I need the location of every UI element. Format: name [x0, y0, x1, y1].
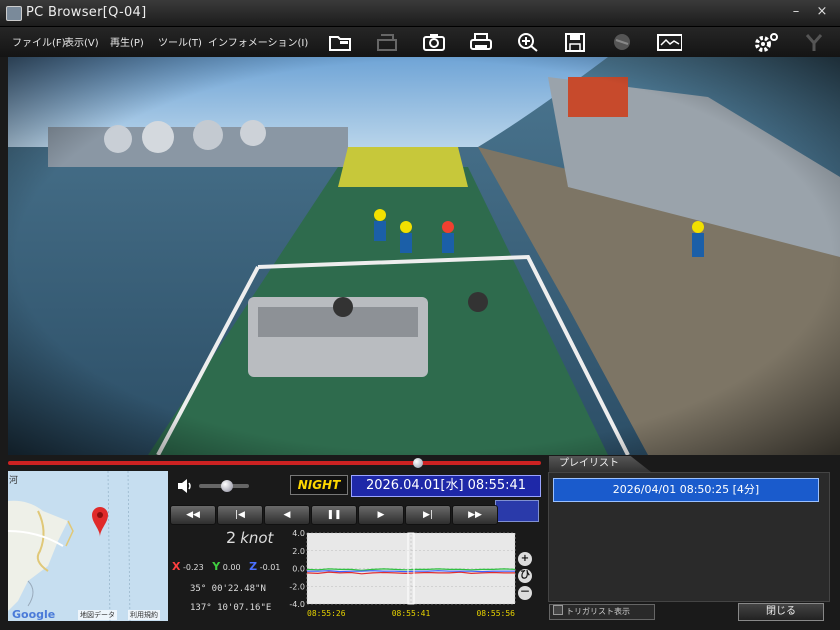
accel-x-label: X: [172, 560, 181, 573]
menu-info[interactable]: インフォメーション(I): [208, 34, 308, 49]
window-title: PC Browser[Q-04]: [26, 5, 147, 20]
menu-play[interactable]: 再生(P): [110, 34, 144, 49]
zoom-icon[interactable]: [515, 30, 541, 54]
reverse-play-button[interactable]: ◀: [264, 505, 310, 525]
seek-track[interactable]: [8, 461, 541, 465]
graph-reset-button[interactable]: ひ: [518, 569, 532, 583]
speed-readout: 2 knot: [226, 528, 273, 547]
tab-playlist[interactable]: プレイリスト: [549, 456, 651, 472]
accel-readout: X -0.23 Y 0.00 Z -0.01: [172, 560, 280, 573]
x-tick-label: 08:55:41: [392, 609, 431, 618]
fast-rewind-button[interactable]: ◀◀: [170, 505, 216, 525]
printer-icon[interactable]: [468, 30, 494, 54]
y-tick-label: -4.0: [289, 600, 305, 609]
datetime-display: 2026.04.01[水] 08:55:41: [351, 475, 541, 497]
trigger-list-toggle[interactable]: トリガリスト表示: [549, 604, 655, 620]
x-tick-label: 08:55:56: [476, 609, 515, 618]
monitor-icon[interactable]: [656, 30, 682, 54]
playlist-panel: 2026/04/01 08:50:25 [4分]: [548, 472, 830, 602]
accel-y-label: Y: [212, 560, 221, 573]
volume-slider[interactable]: [199, 480, 249, 492]
pause-button[interactable]: ❚❚: [311, 505, 357, 525]
speed-value: 2: [226, 528, 237, 547]
y-tick-label: 2.0: [292, 547, 305, 556]
menu-tools[interactable]: ツール(T): [158, 34, 202, 49]
camera-icon[interactable]: [421, 30, 447, 54]
volume-icon[interactable]: [176, 478, 192, 498]
night-mode-badge[interactable]: NIGHT: [290, 475, 348, 495]
latitude: 35° 00'22.48"N: [190, 584, 266, 594]
save-icon[interactable]: [562, 30, 588, 54]
speed-unit: knot: [240, 529, 274, 547]
color-indicator: [495, 500, 539, 522]
menu-file[interactable]: ファイル(F): [12, 34, 66, 49]
accel-z-label: Z: [249, 560, 258, 573]
accel-x-value: -0.23: [183, 563, 204, 572]
trigger-label: トリガリスト表示: [566, 607, 630, 616]
playlist-item[interactable]: 2026/04/01 08:50:25 [4分]: [553, 478, 819, 502]
transport-controls: ◀◀ |◀ ◀ ❚❚ ▶ ▶| ▶▶: [170, 505, 499, 525]
skip-back-button[interactable]: |◀: [217, 505, 263, 525]
settings-icon[interactable]: [752, 30, 778, 54]
menu-view[interactable]: 表示(V): [64, 34, 99, 49]
y-tick-label: 0.0: [292, 565, 305, 574]
longitude: 137° 10'07.16"E: [190, 603, 272, 613]
close-button[interactable]: 閉じる: [738, 603, 824, 621]
disabled-icon[interactable]: [609, 30, 635, 54]
close-window-button[interactable]: ×: [812, 3, 832, 21]
graph-zoom-in-button[interactable]: +: [518, 552, 532, 566]
map-terms-label[interactable]: 利用規約: [128, 610, 160, 620]
minimize-button[interactable]: –: [786, 3, 806, 21]
play-button[interactable]: ▶: [358, 505, 404, 525]
skip-forward-button[interactable]: ▶|: [405, 505, 451, 525]
menu-bar: ファイル(F) 表示(V) 再生(P) ツール(T) インフォメーション(I): [0, 27, 840, 57]
disabled-x-icon[interactable]: [801, 30, 827, 54]
graph-side-buttons: + ひ －: [518, 552, 532, 603]
accel-y-value: 0.00: [222, 563, 241, 572]
volume-knob[interactable]: [220, 480, 233, 492]
map-panel[interactable]: 河 Google 地図データ 利用規約: [8, 471, 168, 621]
x-tick-label: 08:55:26: [307, 609, 346, 618]
y-tick-label: -2.0: [289, 582, 305, 591]
seek-knob[interactable]: [413, 458, 424, 468]
fast-forward-button[interactable]: ▶▶: [452, 505, 498, 525]
trigger-checkbox[interactable]: [553, 605, 563, 615]
map-place-label: 河: [9, 476, 19, 486]
y-tick-label: 4.0: [292, 529, 305, 538]
gsensor-graph[interactable]: 4.0 2.0 0.0 -2.0 -4.0 08:55:26 08:55:41 08:55:5…: [285, 528, 533, 624]
accel-z-value: -0.01: [259, 563, 281, 572]
video-frame[interactable]: [8, 57, 840, 455]
google-logo: Google: [12, 608, 56, 621]
print-disabled-icon[interactable]: [374, 30, 400, 54]
seek-bar[interactable]: [8, 458, 541, 468]
map-data-label[interactable]: 地図データ: [78, 610, 117, 620]
folder-icon[interactable]: [327, 30, 353, 54]
app-icon: [6, 6, 22, 21]
graph-zoom-out-button[interactable]: －: [518, 586, 532, 600]
title-bar: PC Browser[Q-04] – ×: [0, 0, 840, 27]
